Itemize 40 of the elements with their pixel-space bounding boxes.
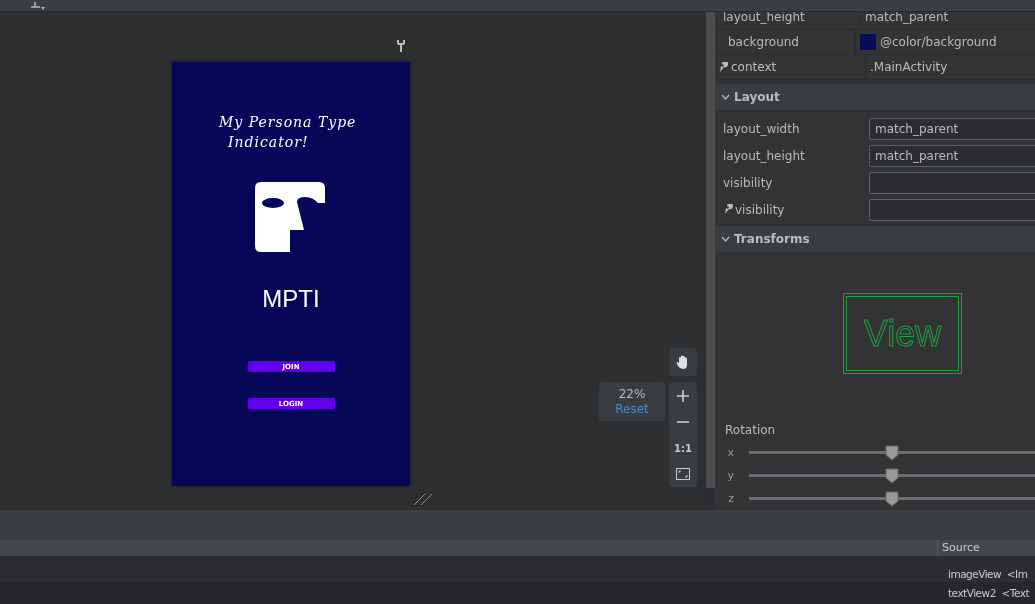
component-tree-item[interactable]: imageView <Im: [942, 568, 1035, 580]
transform-preview: View: [846, 296, 959, 371]
app-name: MPTI: [262, 285, 320, 313]
section-header[interactable]: Layout: [715, 84, 1035, 110]
attribute-label: layout_height: [723, 12, 805, 24]
axis-label: x: [726, 446, 734, 459]
wrench-icon[interactable]: [396, 40, 406, 52]
mask-icon: [255, 182, 325, 252]
scrollbar[interactable]: [706, 12, 715, 488]
attribute-value: .MainActivity: [870, 60, 948, 74]
attribute-label: background: [728, 35, 799, 49]
align-icon[interactable]: [30, 2, 46, 11]
section-header[interactable]: Transforms: [715, 226, 1035, 252]
hand-icon[interactable]: [676, 354, 690, 370]
zoom-percent: 22%: [618, 386, 646, 402]
chevron-icon[interactable]: [721, 236, 730, 242]
attribute-label: visibility: [723, 175, 773, 190]
attribute-value: @color/background: [880, 35, 997, 49]
rotation-label: Rotation: [725, 423, 777, 437]
chevron-icon[interactable]: [721, 94, 730, 100]
color-swatch[interactable]: [860, 34, 876, 50]
attribute-label: visibility: [735, 202, 785, 217]
attribute-label: context: [731, 60, 777, 74]
attribute-field[interactable]: [869, 198, 1035, 221]
attribute-label: layout_width: [723, 121, 800, 136]
axis-label: z: [727, 492, 734, 505]
attribute-field[interactable]: match_parent: [869, 117, 1035, 140]
attribute-label: layout_height: [723, 148, 805, 163]
slider-thumb[interactable]: [885, 444, 899, 461]
attribute-value: match_parent: [865, 12, 949, 24]
fit-screen-icon[interactable]: [676, 468, 690, 480]
slider-thumb[interactable]: [885, 490, 899, 507]
wrench-icon: [718, 61, 728, 73]
plus-icon[interactable]: [677, 390, 689, 402]
attribute-field[interactable]: match_parent: [869, 144, 1035, 167]
attribute-field[interactable]: [869, 171, 1035, 194]
component-tree-item[interactable]: textView2 <Text: [942, 587, 1035, 599]
app-title: My Persona Type Indicator!: [219, 113, 358, 152]
axis-label: y: [726, 469, 734, 482]
slider-thumb[interactable]: [885, 467, 899, 484]
